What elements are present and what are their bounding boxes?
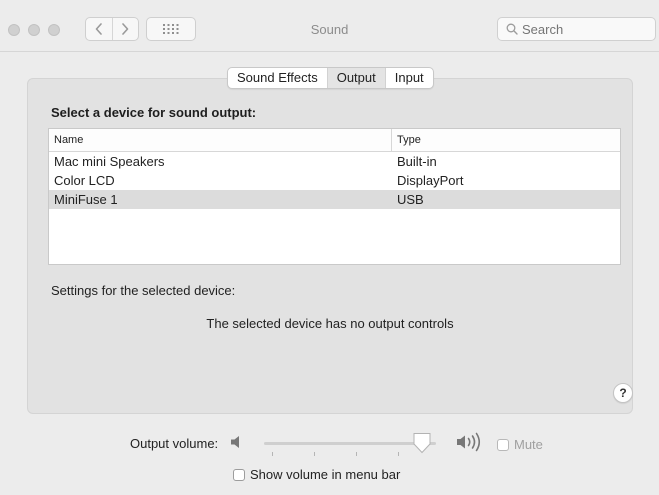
device-type: Built-in bbox=[397, 154, 437, 169]
show-volume-in-menu-bar-checkbox[interactable]: Show volume in menu bar bbox=[233, 467, 400, 482]
search-field[interactable] bbox=[497, 17, 656, 41]
device-row-minifuse-1[interactable]: MiniFuse 1 USB bbox=[49, 190, 620, 209]
slider-tick bbox=[398, 452, 399, 456]
slider-tick bbox=[314, 452, 315, 456]
column-header-name[interactable]: Name bbox=[49, 129, 392, 151]
slider-tick bbox=[356, 452, 357, 456]
device-type: USB bbox=[397, 192, 424, 207]
slider-tick bbox=[272, 452, 273, 456]
tab-output[interactable]: Output bbox=[326, 68, 385, 88]
tab-input[interactable]: Input bbox=[384, 68, 433, 88]
tab-sound-effects[interactable]: Sound Effects bbox=[228, 68, 327, 88]
column-header-type[interactable]: Type bbox=[392, 129, 421, 151]
mute-checkbox[interactable]: Mute bbox=[497, 437, 543, 452]
search-input[interactable] bbox=[522, 21, 642, 37]
sound-preferences-window: Sound Sound Effects Output Input Select … bbox=[0, 0, 659, 495]
device-name: MiniFuse 1 bbox=[54, 192, 118, 207]
output-device-table: Name Type Mac mini Speakers Built-in Col… bbox=[48, 128, 621, 265]
title-bar: Sound bbox=[0, 0, 659, 52]
search-icon bbox=[506, 23, 518, 35]
tab-bar: Sound Effects Output Input bbox=[227, 67, 434, 89]
volume-slider-track bbox=[264, 442, 436, 445]
device-row-mac-mini-speakers[interactable]: Mac mini Speakers Built-in bbox=[49, 152, 620, 171]
output-device-heading: Select a device for sound output: bbox=[51, 105, 257, 120]
show-volume-label: Show volume in menu bar bbox=[250, 467, 401, 482]
device-type: DisplayPort bbox=[397, 173, 464, 188]
show-volume-checkbox-box[interactable] bbox=[233, 468, 245, 481]
mute-label: Mute bbox=[514, 437, 543, 452]
device-row-color-lcd[interactable]: Color LCD DisplayPort bbox=[49, 171, 620, 190]
speaker-low-icon bbox=[231, 436, 239, 448]
table-header: Name Type bbox=[49, 129, 620, 152]
mute-checkbox-box[interactable] bbox=[497, 438, 509, 451]
volume-slider-knob[interactable] bbox=[412, 432, 432, 454]
speaker-high-icon bbox=[457, 432, 481, 452]
help-button[interactable]: ? bbox=[613, 383, 633, 403]
no-output-controls-message: The selected device has no output contro… bbox=[206, 316, 454, 331]
settings-label: Settings for the selected device: bbox=[51, 283, 236, 298]
device-name: Mac mini Speakers bbox=[54, 154, 165, 169]
output-volume-label: Output volume: bbox=[130, 436, 219, 451]
device-name: Color LCD bbox=[54, 173, 115, 188]
output-volume-slider[interactable] bbox=[264, 430, 448, 460]
